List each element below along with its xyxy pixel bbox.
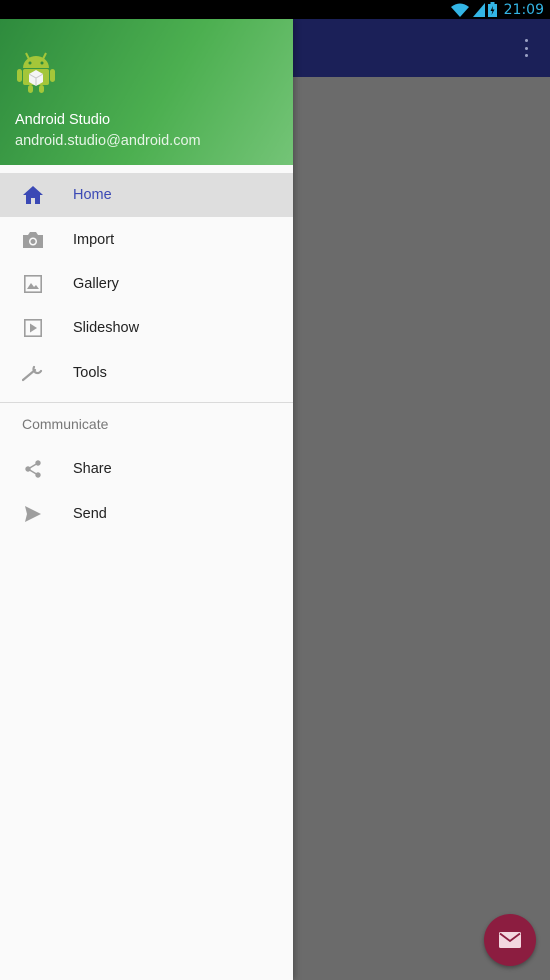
drawer-item-send[interactable]: Send [0, 491, 293, 535]
share-icon [22, 458, 44, 480]
slideshow-icon [22, 317, 44, 339]
wifi-icon [450, 3, 469, 17]
battery-icon [487, 2, 497, 17]
send-icon [22, 503, 44, 525]
home-icon [22, 184, 44, 206]
drawer-item-label: Share [73, 461, 112, 478]
wrench-icon [22, 362, 44, 384]
android-logo-icon [17, 52, 55, 93]
status-bar: 21:09 [0, 0, 550, 19]
status-icons: 21:09 [450, 0, 544, 19]
drawer-item-label: Import [73, 231, 115, 248]
signal-icon [472, 3, 485, 17]
drawer-item-gallery[interactable]: Gallery [0, 262, 293, 306]
status-time: 21:09 [503, 1, 544, 18]
camera-icon [22, 229, 44, 251]
drawer-item-home[interactable]: Home [0, 173, 293, 218]
image-icon [22, 273, 44, 295]
drawer-menu-communicate: Share Send [0, 447, 293, 536]
more-vert-icon[interactable] [520, 39, 532, 57]
email-icon [499, 932, 521, 948]
drawer-item-slideshow[interactable]: Slideshow [0, 306, 293, 350]
section-title: Communicate [22, 416, 109, 432]
account-email: android.studio@android.com [15, 133, 201, 149]
drawer-divider [0, 402, 293, 403]
drawer-item-share[interactable]: Share [0, 447, 293, 491]
drawer-item-label: Tools [73, 364, 107, 381]
drawer-header: Android Studio android.studio@android.co… [0, 19, 293, 165]
navigation-drawer: Android Studio android.studio@android.co… [0, 19, 293, 980]
drawer-item-tools[interactable]: Tools [0, 351, 293, 395]
drawer-item-label: Home [73, 187, 112, 204]
drawer-item-import[interactable]: Import [0, 217, 293, 261]
drawer-item-label: Send [73, 505, 107, 522]
drawer-item-label: Gallery [73, 275, 119, 292]
drawer-item-label: Slideshow [73, 320, 140, 337]
drawer-menu: Home Import Gallery Slideshow Tools [0, 173, 293, 395]
account-name: Android Studio [15, 112, 111, 128]
compose-fab-button[interactable] [484, 914, 536, 966]
